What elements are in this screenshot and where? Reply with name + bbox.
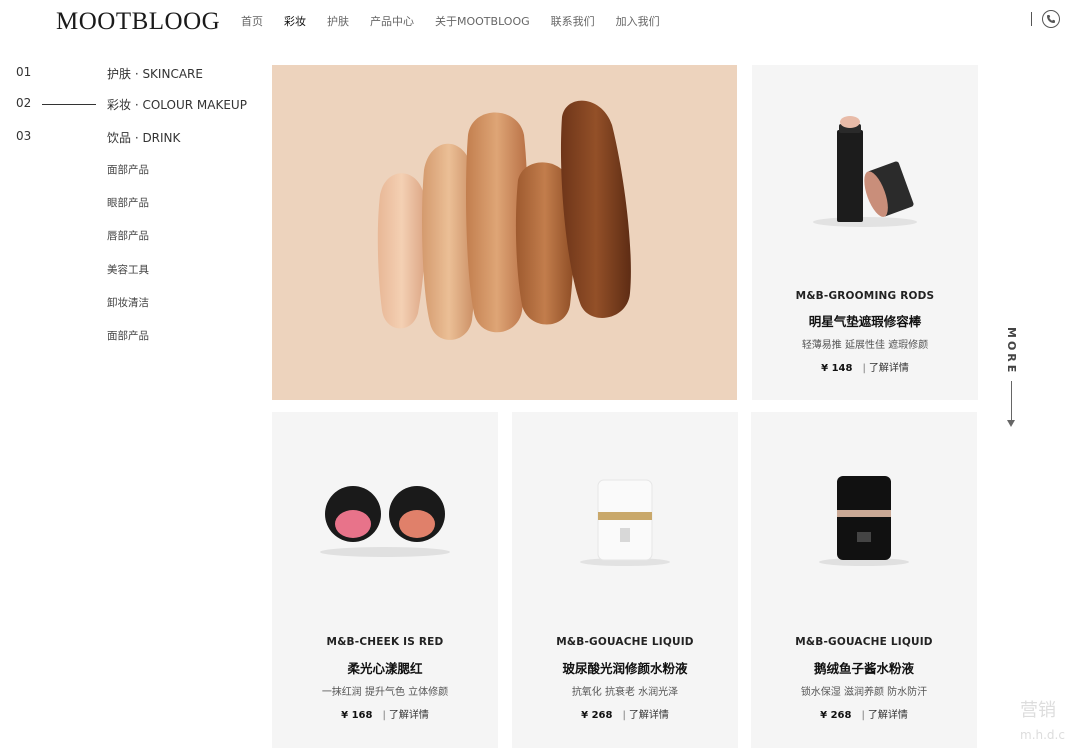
- subcategory-cleansing[interactable]: 卸妆清洁: [107, 295, 149, 310]
- subcategory-eye[interactable]: 眼部产品: [107, 195, 149, 210]
- subcategory-face-2[interactable]: 面部产品: [107, 328, 149, 343]
- product-price-row: ¥ 148 | 了解详情: [821, 363, 909, 374]
- product-features: 轻薄易推 延展性佳 遮瑕修颜: [801, 340, 929, 351]
- product-name-en: M&B-GROOMING RODS: [795, 290, 935, 302]
- subcategory-face[interactable]: 面部产品: [107, 162, 149, 177]
- category-label: 彩妆 · COLOUR MAKEUP: [107, 98, 247, 112]
- product-image-gouache-liquid-white: [512, 412, 738, 622]
- product-features: 一抹红润 提升气色 立体修颜: [321, 687, 449, 698]
- product-name-cn: 鹅绒鱼子酱水粉液: [813, 661, 914, 676]
- product-card[interactable]: M&B-CHEEK IS RED 柔光心漾腮红 一抹红润 提升气色 立体修颜 ¥…: [272, 412, 498, 748]
- category-skincare[interactable]: 01 护肤 · SKINCARE: [0, 63, 260, 83]
- product-name-en: M&B-GOUACHE LIQUID: [556, 636, 694, 648]
- details-link[interactable]: 了解详情: [389, 710, 429, 721]
- product-image-cheek-blush: [272, 412, 498, 622]
- product-name-cn: 玻尿酸光润修颜水粉液: [562, 661, 688, 676]
- product-image-grooming-rod: [752, 65, 978, 275]
- header-divider: [1031, 12, 1032, 26]
- product-card[interactable]: M&B-GOUACHE LIQUID 鹅绒鱼子酱水粉液 锁水保湿 滋润养颜 防水…: [751, 412, 977, 748]
- subcategory-tools[interactable]: 美容工具: [107, 262, 149, 277]
- nav-about[interactable]: 关于MOOTBLOOG: [435, 13, 530, 29]
- details-link[interactable]: 了解详情: [868, 710, 908, 721]
- nav-home[interactable]: 首页: [241, 13, 263, 29]
- category-number: 02: [16, 96, 32, 110]
- product-price: ¥ 148: [821, 363, 853, 374]
- product-image-gouache-liquid-black: [751, 412, 977, 622]
- phone-icon[interactable]: [1042, 10, 1060, 28]
- subcategory-lip[interactable]: 唇部产品: [107, 228, 149, 243]
- arrow-down-icon[interactable]: [1011, 381, 1012, 423]
- product-name-en: M&B-GOUACHE LIQUID: [795, 636, 933, 648]
- active-indicator-line: [42, 104, 96, 105]
- arrow-down-head: [1007, 420, 1015, 427]
- watermark-url: m.h.d.c: [1020, 728, 1065, 742]
- product-price-row: ¥ 268 | 了解详情: [820, 710, 908, 721]
- product-features: 锁水保湿 滋润养颜 防水防汗: [800, 687, 928, 698]
- product-card[interactable]: M&B-GROOMING RODS 明星气垫遮瑕修容棒 轻薄易推 延展性佳 遮瑕…: [752, 65, 978, 400]
- category-number: 03: [16, 129, 32, 143]
- nav-makeup[interactable]: 彩妆: [284, 13, 306, 29]
- details-link[interactable]: 了解详情: [629, 710, 669, 721]
- product-name-cn: 柔光心漾腮红: [347, 661, 423, 676]
- more-button[interactable]: MORE: [1005, 327, 1018, 375]
- nav-contact[interactable]: 联系我们: [551, 13, 595, 29]
- category-label: 护肤 · SKINCARE: [107, 67, 203, 81]
- product-price: ¥ 168: [341, 710, 373, 721]
- product-features: 抗氧化 抗衰老 水润光泽: [571, 687, 679, 698]
- product-price-row: ¥ 168 | 了解详情: [341, 710, 429, 721]
- product-price: ¥ 268: [581, 710, 613, 721]
- nav-skincare[interactable]: 护肤: [327, 13, 349, 29]
- main-nav: 首页 彩妆 护肤 产品中心 关于MOOTBLOOG 联系我们 加入我们: [241, 13, 681, 29]
- category-label: 饮品 · DRINK: [107, 131, 181, 145]
- details-link[interactable]: 了解详情: [869, 363, 909, 374]
- category-number: 01: [16, 65, 32, 79]
- nav-join[interactable]: 加入我们: [616, 13, 660, 29]
- nav-products[interactable]: 产品中心: [370, 13, 414, 29]
- product-price: ¥ 268: [820, 710, 852, 721]
- product-name-cn: 明星气垫遮瑕修容棒: [808, 314, 922, 329]
- site-logo[interactable]: MOOTBLOOG: [56, 8, 220, 36]
- category-drink[interactable]: 03 饮品 · DRINK: [0, 127, 260, 147]
- product-name-en: M&B-CHEEK IS RED: [326, 636, 444, 648]
- category-makeup[interactable]: 02 彩妆 · COLOUR MAKEUP: [0, 94, 260, 114]
- watermark-text: 营销: [1020, 700, 1056, 721]
- banner-image-foundation-swatches: [272, 65, 737, 400]
- product-price-row: ¥ 268 | 了解详情: [581, 710, 669, 721]
- product-card[interactable]: M&B-GOUACHE LIQUID 玻尿酸光润修颜水粉液 抗氧化 抗衰老 水润…: [512, 412, 738, 748]
